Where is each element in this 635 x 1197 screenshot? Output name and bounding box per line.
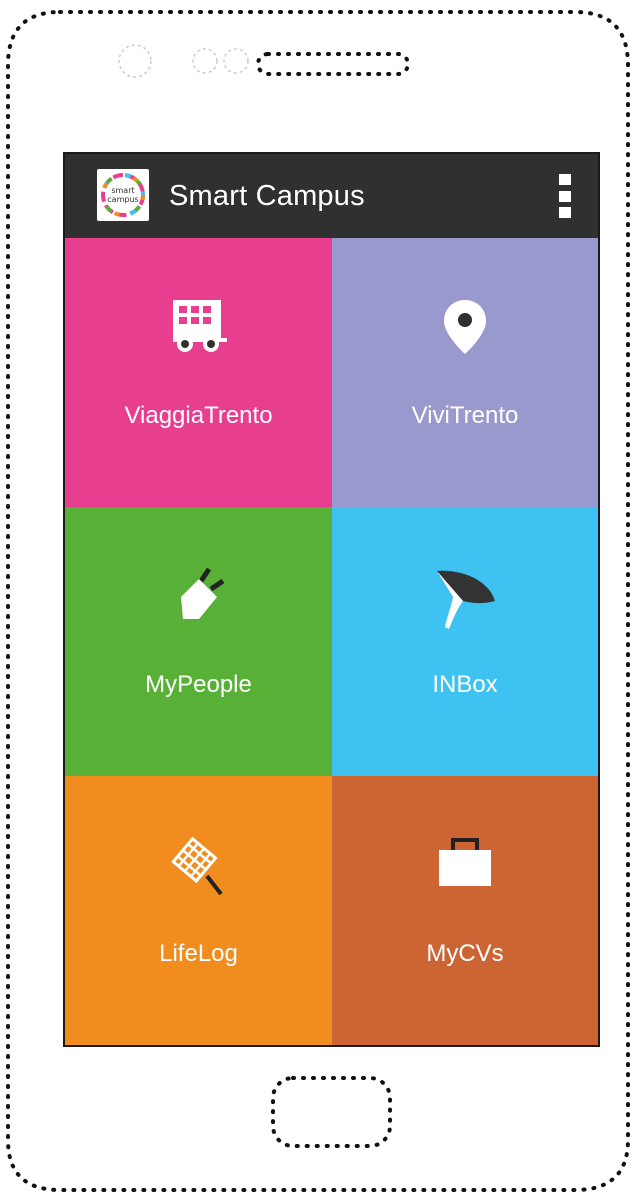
tile-label: LifeLog <box>159 940 238 967</box>
logo-text-campus: campus <box>107 195 138 204</box>
map-pin-icon <box>444 300 486 354</box>
logo-text-smart: smart <box>111 186 134 195</box>
funnel-icon <box>437 570 495 629</box>
tile-lifelog[interactable]: LifeLog <box>65 776 332 1045</box>
tile-viaggiatrento[interactable]: ViaggiaTrento <box>65 238 332 507</box>
camera-icon <box>118 44 152 78</box>
net-icon <box>170 836 223 896</box>
tile-label: ViaggiaTrento <box>124 402 273 429</box>
app-grid: ViaggiaTrento ViviTrento MyPeople INBox … <box>65 238 598 1045</box>
tile-label: INBox <box>432 671 498 698</box>
home-button <box>271 1076 392 1148</box>
tile-label: MyCVs <box>426 940 504 967</box>
tile-label: MyPeople <box>145 671 252 698</box>
bus-icon <box>172 300 227 352</box>
tile-mypeople[interactable]: MyPeople <box>65 507 332 776</box>
tile-label: ViviTrento <box>411 402 519 429</box>
tile-mycvs[interactable]: MyCVs <box>332 776 598 1045</box>
briefcase-icon <box>439 838 491 886</box>
phone-screen: smart campus Smart Campus ViaggiaTrento … <box>63 152 600 1047</box>
overflow-menu-icon[interactable] <box>559 174 573 218</box>
app-bar: smart campus Smart Campus <box>65 154 598 238</box>
tile-inbox[interactable]: INBox <box>332 507 598 776</box>
app-logo: smart campus <box>97 169 149 221</box>
sensor-icon <box>192 48 218 74</box>
speaker-grille <box>256 52 410 76</box>
sensor-icon <box>223 48 249 74</box>
plug-icon <box>180 567 224 619</box>
app-title: Smart Campus <box>169 180 365 212</box>
tile-vivitrento[interactable]: ViviTrento <box>332 238 598 507</box>
